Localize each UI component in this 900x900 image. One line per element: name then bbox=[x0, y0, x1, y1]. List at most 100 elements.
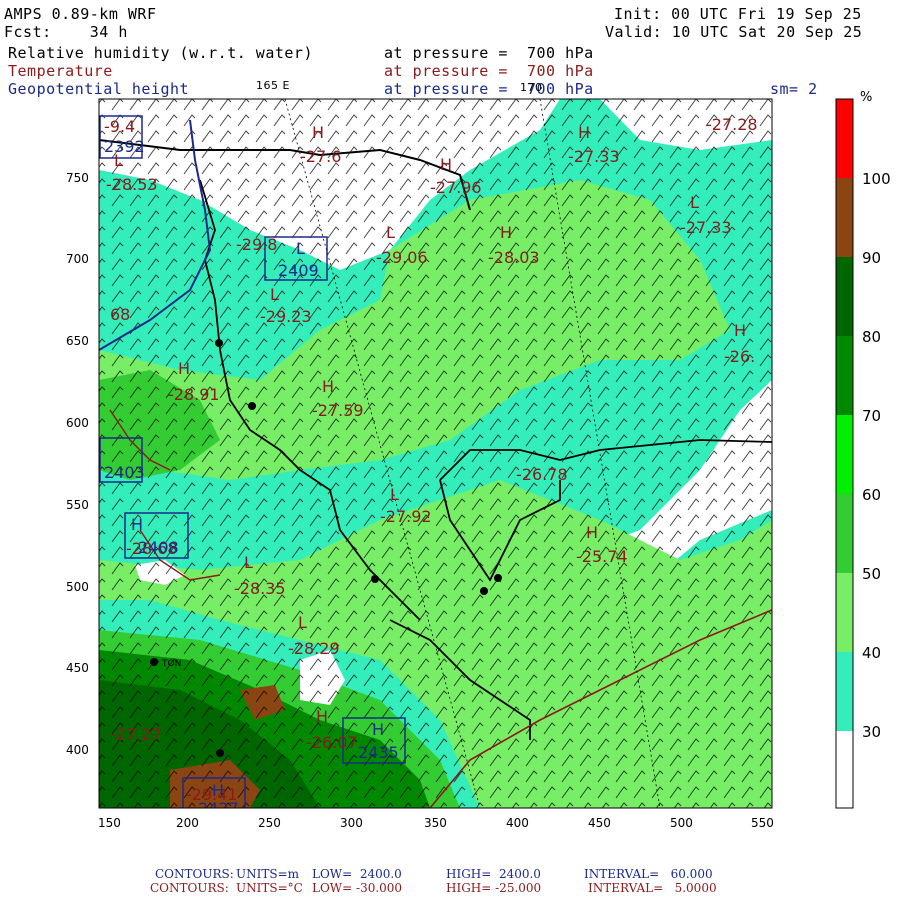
footer-line2-interval: INTERVAL= 5.0000 bbox=[588, 881, 717, 895]
height-label-value: 2435 bbox=[358, 743, 399, 762]
height-label-value: 2409 bbox=[278, 261, 319, 280]
temp-label-type: H bbox=[440, 155, 452, 174]
y-tick: 700 bbox=[66, 252, 89, 266]
temp-label-type: H bbox=[734, 321, 746, 340]
temp-label-value: -26.07 bbox=[306, 733, 358, 752]
temp-label-value: 68 bbox=[110, 305, 130, 324]
footer-line2-units: UNITS=°C bbox=[236, 881, 303, 895]
colorbar-label: 100 bbox=[862, 170, 891, 188]
colorbar-bright-green bbox=[836, 415, 853, 494]
temp-label-value: -28.91 bbox=[168, 385, 220, 404]
colorbar-label: 80 bbox=[862, 328, 882, 346]
temp-label-type: H bbox=[586, 523, 598, 542]
height-label-value: 2403 bbox=[104, 463, 145, 482]
temp-label-type: L bbox=[298, 613, 307, 632]
temp-label-type: L bbox=[386, 223, 395, 242]
temp-label-value: -27.59 bbox=[312, 401, 364, 420]
temp-label-value: -28.03 bbox=[488, 248, 540, 267]
temp-label-value: -25.74 bbox=[576, 547, 628, 566]
temp-label-type: L bbox=[270, 285, 279, 304]
temp-label-value: -28.35 bbox=[234, 579, 286, 598]
temp-label-type: H bbox=[178, 359, 190, 378]
x-tick: 200 bbox=[176, 816, 199, 830]
height-label-type: H bbox=[212, 781, 224, 800]
colorbar-darker-green bbox=[836, 257, 853, 336]
temp-label-value: -29.06 bbox=[376, 248, 428, 267]
station-dot bbox=[480, 587, 488, 595]
y-tick: 550 bbox=[66, 498, 89, 512]
colorbar-unit: % bbox=[860, 90, 873, 105]
temp-label-type: H bbox=[316, 707, 328, 726]
x-tick: 500 bbox=[670, 816, 693, 830]
temp-label-value: -27.33 bbox=[680, 218, 732, 237]
height-label-value: 2392 bbox=[104, 137, 145, 156]
temp-label-type: H bbox=[500, 223, 512, 242]
station-dot bbox=[248, 402, 256, 410]
y-tick: 450 bbox=[66, 661, 89, 675]
temp-label-value: -9.4 bbox=[104, 117, 135, 136]
station-dot bbox=[371, 575, 379, 583]
temp-label-type: H bbox=[312, 123, 324, 142]
temp-label-value: -27.92 bbox=[380, 507, 432, 526]
footer-line1-units: UNITS=m bbox=[236, 867, 300, 881]
station-dot bbox=[150, 658, 158, 666]
station-dot bbox=[215, 339, 223, 347]
x-tick: 300 bbox=[340, 816, 363, 830]
colorbar-dark-green bbox=[836, 336, 853, 415]
y-tick: 500 bbox=[66, 580, 89, 594]
temp-label-value: -27.33 bbox=[568, 147, 620, 166]
x-tick: 350 bbox=[424, 816, 447, 830]
temp-label-type: L bbox=[690, 193, 699, 212]
height-label-type: H bbox=[372, 720, 384, 739]
temp-label-value: -26. bbox=[724, 347, 755, 366]
temp-label-value: -27.28 bbox=[706, 115, 758, 134]
temp-label-value: -29.8 bbox=[236, 235, 277, 254]
y-tick: 750 bbox=[66, 171, 89, 185]
footer-line2-high: HIGH= -25.000 bbox=[446, 881, 542, 895]
temp-label-value: -29.23 bbox=[260, 307, 312, 326]
y-tick: 650 bbox=[66, 334, 89, 348]
y-tick: 600 bbox=[66, 416, 89, 430]
station-dot bbox=[494, 574, 502, 582]
temp-label-value: -28.53 bbox=[106, 175, 158, 194]
footer-line1-low: LOW= 2400.0 bbox=[312, 867, 402, 881]
footer-line1-high: HIGH= 2400.0 bbox=[446, 867, 541, 881]
colorbar-label: 50 bbox=[862, 565, 882, 583]
x-tick: 250 bbox=[258, 816, 281, 830]
x-tick: 400 bbox=[506, 816, 529, 830]
station-label: TON bbox=[161, 659, 181, 669]
footer-line2-low: LOW= -30.000 bbox=[312, 881, 403, 895]
temp-label-value: -26.78 bbox=[516, 465, 568, 484]
colorbar-label: 40 bbox=[862, 644, 882, 662]
temp-label-value: -27.96 bbox=[430, 178, 482, 197]
height-label-type: L bbox=[296, 239, 305, 258]
colorbar bbox=[835, 98, 854, 809]
temp-label-type: H bbox=[578, 123, 590, 142]
x-tick: 550 bbox=[751, 816, 774, 830]
colorbar-light-green bbox=[836, 573, 853, 652]
footer-line2-label: CONTOURS: bbox=[150, 881, 229, 895]
colorbar-aqua bbox=[836, 652, 853, 731]
temp-label-value: -28.29 bbox=[288, 639, 340, 658]
footer-line1-interval: INTERVAL= 60.000 bbox=[584, 867, 713, 881]
map-plot: H -27.6 H -27.33 -27.28 H -27.96 L -28.5… bbox=[98, 98, 854, 809]
colorbar-green bbox=[836, 494, 853, 573]
footer-line1-label: CONTOURS: bbox=[155, 867, 234, 881]
temp-label-value: -27.27 bbox=[110, 725, 162, 744]
temp-label-type: L bbox=[390, 485, 399, 504]
colorbar-label: 60 bbox=[862, 486, 882, 504]
temp-label-type: L bbox=[244, 553, 253, 572]
colorbar-label: 70 bbox=[862, 407, 882, 425]
colorbar-label: 90 bbox=[862, 249, 882, 267]
colorbar-white bbox=[836, 731, 853, 808]
height-label-value: 2408 bbox=[138, 538, 179, 557]
wind-barbs bbox=[99, 99, 772, 808]
colorbar-brown bbox=[836, 178, 853, 257]
temp-label-type: H bbox=[322, 377, 334, 396]
temp-label-value: -27.6 bbox=[300, 147, 341, 166]
y-tick: 400 bbox=[66, 743, 89, 757]
colorbar-red bbox=[836, 99, 853, 178]
height-label-type: H bbox=[131, 515, 143, 534]
x-tick: 150 bbox=[98, 816, 121, 830]
x-tick: 450 bbox=[588, 816, 611, 830]
